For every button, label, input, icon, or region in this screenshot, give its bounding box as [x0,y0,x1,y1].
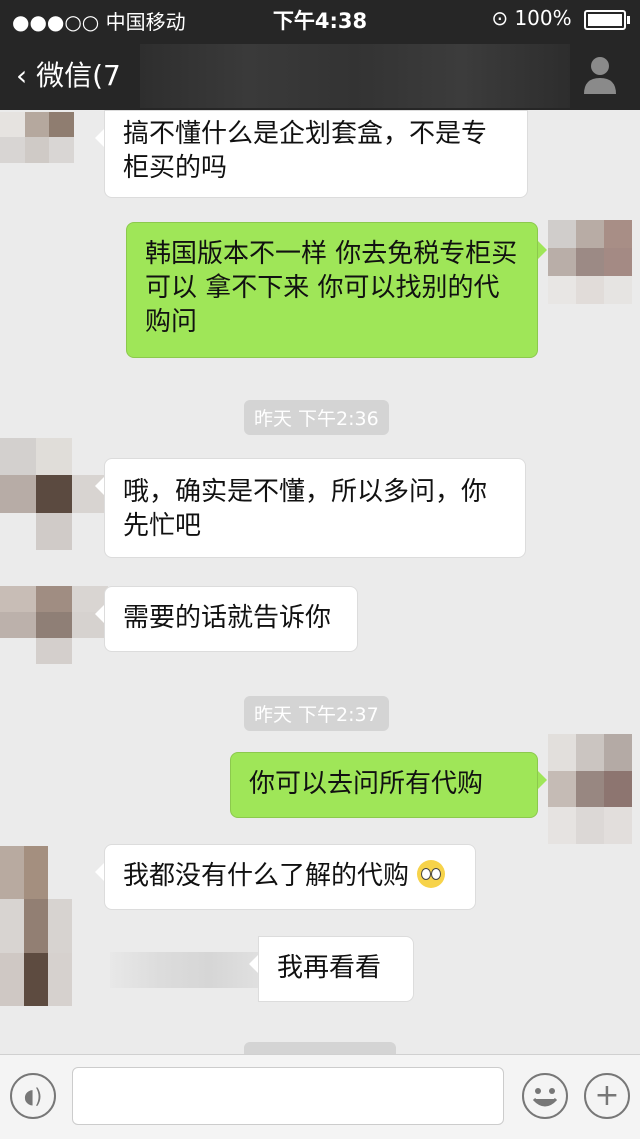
back-label: 微信(7 [36,59,121,92]
message-text: 搞不懂什么是企划套盒，不是专柜买的吗 [123,119,488,183]
add-button[interactable]: + [584,1073,630,1119]
avatar[interactable] [0,112,74,188]
top-bar: ●●●○○ 中国移动 下午4:38 ⊙ 100% ‹ 微信(7 [0,0,640,110]
status-bar: ●●●○○ 中国移动 下午4:38 ⊙ 100% [0,0,640,36]
flushed-face-icon [417,860,446,888]
voice-button[interactable]: ◖) [10,1073,56,1119]
input-bar: ◖) + [0,1054,640,1139]
message-bubble-received[interactable]: 我都没有什么了解的代购 [95,844,476,910]
voice-icon: ◖) [23,1084,43,1108]
battery-status: ⊙ 100% [491,6,630,30]
blurred-text [110,952,260,988]
message-input[interactable] [72,1067,504,1125]
message-text: 需要的话就告诉你 [123,603,332,633]
battery-icon [584,9,630,30]
emoji-icon [532,1088,558,1107]
timestamp-partial [244,1042,396,1054]
avatar[interactable] [0,846,72,1006]
add-icon: + [594,1078,620,1113]
avatar[interactable] [0,586,108,664]
back-chevron-icon: ‹ [16,59,28,92]
message-bubble-received[interactable]: 搞不懂什么是企划套盒，不是专柜买的吗 [95,110,528,198]
battery-percent: 100% [514,6,572,30]
timestamp: 昨天 下午2:37 [244,696,389,731]
back-button[interactable]: ‹ 微信(7 [16,54,121,94]
message-bubble-received[interactable]: 哦，确实是不懂，所以多问，你先忙吧 [95,458,526,558]
message-bubble-sent[interactable]: 你可以去问所有代购 [230,752,547,818]
profile-icon[interactable] [582,54,618,94]
lock-icon: ⊙ [491,6,509,30]
message-text: 你可以去问所有代购 [249,769,484,799]
message-text: 我都没有什么了解的代购 [123,861,410,891]
avatar[interactable] [548,734,632,844]
avatar[interactable] [0,438,108,550]
message-text: 我再看看 [277,953,382,983]
message-bubble-sent[interactable]: 韩国版本不一样 你去免税专柜买可以 拿不下来 你可以找别的代购问 [126,222,547,358]
nav-bar: ‹ 微信(7 [0,40,640,110]
emoji-button[interactable] [522,1073,568,1119]
timestamp: 昨天 下午2:36 [244,400,389,435]
message-bubble-received[interactable]: 需要的话就告诉你 [95,586,358,652]
message-bubble-received[interactable]: 我再看看 [249,936,414,1002]
avatar[interactable] [548,220,632,304]
message-text: 韩国版本不一样 你去免税专柜买可以 拿不下来 你可以找别的代购问 [145,239,518,337]
message-text: 哦，确实是不懂，所以多问，你先忙吧 [123,477,488,541]
